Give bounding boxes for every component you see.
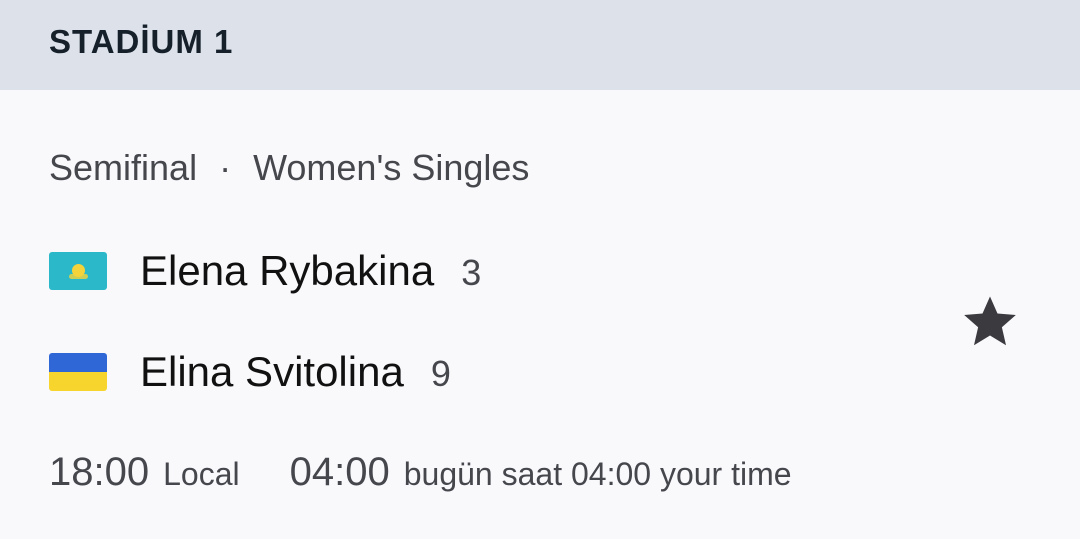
star-icon[interactable] (958, 290, 1022, 352)
player-seed: 3 (461, 252, 482, 293)
kazakhstan-flag-icon (49, 252, 107, 290)
your-time-label: bugün saat 04:00 your time (403, 456, 792, 492)
player-name: Elina Svitolina (140, 348, 404, 395)
separator: · (219, 147, 232, 188)
your-time: 04:00 (289, 450, 390, 494)
local-time: 18:00 (49, 450, 150, 494)
player-name: Elena Rybakina (140, 247, 435, 294)
your-time-block: 04:00 bugün saat 04:00 your time (290, 450, 792, 495)
match-times: 18:00 Local 04:00 bugün saat 04:00 your … (49, 450, 792, 495)
court-title: STADİUM 1 (49, 23, 234, 60)
player-row-1: Elena Rybakina 3 (49, 241, 481, 301)
local-label: Local (163, 456, 240, 492)
event-label: Women's Singles (253, 147, 530, 188)
player-seed: 9 (430, 353, 451, 394)
round-label: Semifinal (49, 147, 198, 188)
ukraine-flag-icon (49, 353, 107, 391)
round-info: Semifinal · Women's Singles (49, 146, 529, 190)
court-header: STADİUM 1 (0, 0, 1080, 90)
player-row-2: Elina Svitolina 9 (49, 342, 451, 402)
